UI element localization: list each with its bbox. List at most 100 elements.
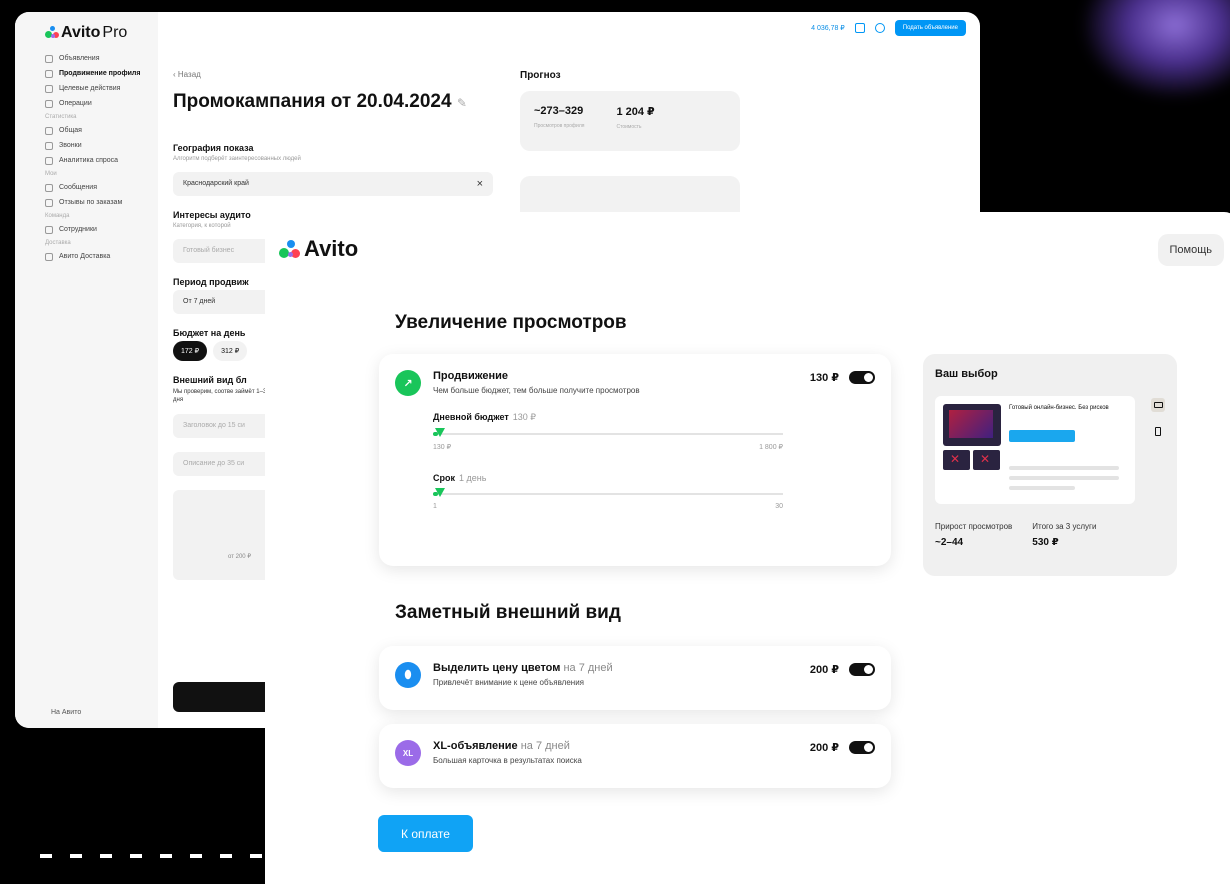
pro-nav-general[interactable]: Общая [45,126,158,135]
xl-subtitle: Большая карточка в результатах поиска [433,756,582,765]
pro-nav-label: Объявления [59,55,100,62]
term-value: 1 день [459,473,487,483]
highlight-card: ⬮ Выделить цену цветом на 7 дней Привлеч… [379,646,891,710]
xl-toggle[interactable] [849,741,875,754]
avito-logo[interactable]: Avito [279,236,358,262]
term-slider[interactable] [433,488,783,497]
pro-logo-light: Pro [102,24,128,41]
pro-nav-reviews[interactable]: Отзывы по заказам [45,198,158,207]
highlight-toggle[interactable] [849,663,875,676]
your-choice-panel: Ваш выбор Готовый онлайн-бизнес. Без рис… [923,354,1177,576]
promotion-price: 130 ₽ [809,372,839,384]
help-button[interactable]: Помощь [1157,234,1224,266]
preview-price-note: от 200 ₽ [228,554,252,560]
preview-thumb-image [943,450,970,470]
geo-value: Краснодарский край [183,180,249,187]
pro-nav-label: Операции [59,100,92,107]
section-title-views: Увеличение просмотров [395,312,627,333]
pro-nav-analytics[interactable]: Аналитика спроса [45,156,158,165]
promotion-row: ↗ Продвижение Чем больше бюджет, тем бол… [379,354,891,396]
desktop-icon [1153,402,1163,408]
pro-nav-staff[interactable]: Сотрудники [45,225,158,234]
close-icon[interactable]: × [477,178,483,190]
pro-nav-label: Общая [59,127,82,134]
term-slider-handle[interactable] [435,488,446,497]
avito-logo-text: Avito [304,236,359,261]
pro-nav-listings[interactable]: Объявления [45,54,158,63]
preview-price-bar [1009,430,1075,442]
avito-dots-icon [45,26,59,40]
pro-section-delivery: Доставка [45,240,71,246]
pro-logo[interactable]: Avito Pro [45,24,158,42]
post-ad-button[interactable]: Подать объявление [894,20,966,36]
section-title-look: Заметный внешний вид [395,602,621,623]
preview-line [1009,466,1119,470]
mobile-view-button[interactable] [1151,424,1165,438]
pro-nav-label: Сотрудники [59,226,97,233]
xl-duration: на 7 дней [520,740,570,752]
reviews-icon [45,199,53,207]
team-icon [45,226,53,234]
preview-line [1009,486,1075,490]
tag-icon: ⬮ [395,662,421,688]
budget-max: 1 800 ₽ [759,444,783,451]
pro-nav-label: Сообщения [59,184,97,191]
campaign-title: Промокампания от 20.04.2024 [173,91,452,112]
total-value: 530 ₽ [1032,537,1059,548]
pay-button[interactable]: К оплате [378,815,473,852]
pro-nav-target[interactable]: Целевые действия [45,84,158,93]
highlight-title-text: Выделить цену цветом [433,662,561,674]
budget-slider-block: Дневной бюджет 130 ₽ 130 ₽ 1 800 ₽ [379,412,839,451]
pro-sidebar: Avito Pro Объявления Продвижение профиля… [15,12,158,728]
geo-label: География показа [173,143,254,153]
preview-line [1009,476,1119,480]
forecast-cost-value: 1 204 ₽ [616,106,655,118]
budget-label-text: Дневной бюджет [433,412,509,422]
promotion-toggle[interactable] [849,371,875,384]
promotion-title: Продвижение [433,370,509,382]
wallet-balance[interactable]: 4 036,78 ₽ [811,24,845,32]
pro-nav-calls[interactable]: Звонки [45,141,158,150]
budget-slider-handle[interactable] [435,428,446,437]
pro-nav-operations[interactable]: Операции [45,99,158,108]
budget-min: 130 ₽ [433,444,452,451]
operations-icon [45,100,53,108]
forecast-card: ~273–329 Просмотров профиля 1 204 ₽ Стои… [520,91,740,151]
phone-icon [45,142,53,150]
budget-option[interactable]: 172 ₽ [173,341,208,361]
pencil-icon[interactable]: ✎ [457,96,467,110]
pro-section-stats: Статистика [45,114,77,120]
desktop-view-button[interactable] [1151,398,1165,412]
growth-label: Прирост просмотров [935,522,1013,531]
help-circle-icon[interactable] [874,23,885,33]
background-glow [1080,0,1230,100]
promotion-icon [45,70,53,78]
xl-title-text: XL-объявление [433,740,518,752]
forecast-views-caption: Просмотров профиля [534,123,585,129]
choice-title: Ваш выбор [935,368,998,380]
avito-services-window: Avito Помощь Увеличение просмотров ↗ Про… [265,212,1230,884]
highlight-duration: на 7 дней [563,662,613,674]
preview-main-image [943,404,1001,446]
xl-price: 200 ₽ [809,742,839,754]
pro-footer-link[interactable]: На Авито [51,709,81,716]
page-title: Промокампания от 20.04.2024 ✎ [173,91,493,113]
budget-option[interactable]: 312 ₽ [213,341,248,361]
total-label: Итого за 3 услуги [1032,522,1097,531]
budget-slider[interactable] [433,428,783,437]
pro-nav-promotion[interactable]: Продвижение профиля [45,69,158,78]
growth-value: ~2–44 [935,537,964,548]
back-link[interactable]: ‹ Назад [173,70,493,79]
delivery-icon [45,253,53,261]
arrow-up-right-icon: ↗ [395,370,421,396]
term-min: 1 [433,503,437,510]
pro-nav-delivery[interactable]: Авито Доставка [45,252,158,261]
geo-field[interactable]: Краснодарский край × [173,172,493,196]
pro-nav-label: Отзывы по заказам [59,199,123,206]
pro-nav-messages[interactable]: Сообщения [45,183,158,192]
xl-icon: XL [395,740,421,766]
chat-icon[interactable] [854,23,865,33]
choice-stats: Прирост просмотров ~2–44 Итого за 3 услу… [935,522,1096,548]
total-stat: Итого за 3 услуги 530 ₽ [1032,522,1096,548]
xl-title: XL-объявление на 7 дней [433,740,810,752]
